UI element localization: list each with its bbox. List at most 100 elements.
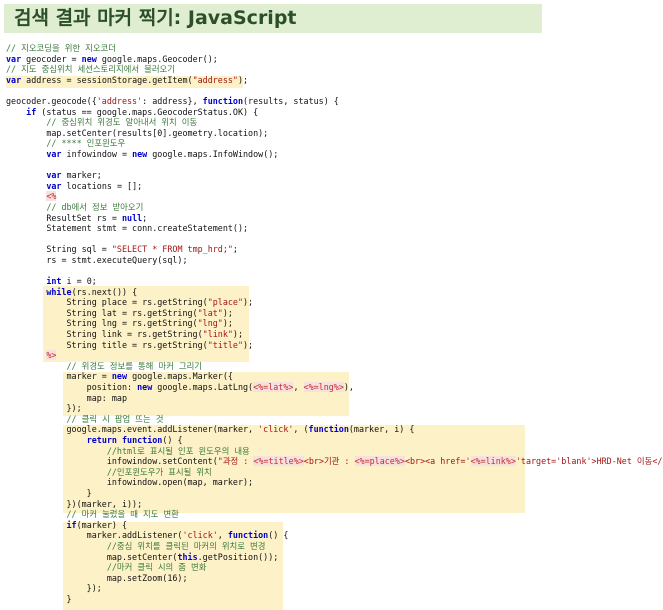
code-token-tx — [6, 435, 87, 445]
code-token-tx: map.setZoom(16); — [6, 572, 188, 583]
code-line: var locations = []; — [6, 181, 663, 192]
code-line: } — [6, 594, 663, 605]
code-token-tx — [6, 467, 107, 477]
code-token-str: 'click' — [258, 424, 294, 435]
code-line: position: new google.maps.LatLng(<%=lat%… — [6, 382, 663, 393]
code-token-tx: ); — [237, 74, 249, 85]
code-token-tx: map.setCenter(results[0].geometry.locati… — [6, 127, 269, 138]
code-token-tx — [6, 107, 26, 117]
code-token-tx: String lng = rs.getString( — [6, 318, 198, 329]
code-token-tx — [6, 287, 46, 297]
code-line: if (status == google.maps.GeocoderStatus… — [6, 107, 663, 118]
code-token-jsp: <%=lng%> — [303, 382, 344, 392]
code-token-tx: map.setCenter( — [6, 551, 178, 562]
code-token-tx: rs = stmt.executeQuery(sql); — [6, 254, 188, 265]
code-token-kw: null — [121, 212, 143, 223]
code-line: //마커 클릭 시의 줌 변화 — [6, 562, 663, 573]
code-token-cm: // 중심위치 위경도 알아내서 위치 이동 — [46, 117, 198, 128]
code-token-kw: if — [66, 519, 77, 530]
code-token-tx: }); — [6, 583, 102, 594]
code-token-str: 'click' — [182, 530, 218, 541]
code-line: // 중심위치 위경도 알아내서 위치 이동 — [6, 117, 663, 128]
code-token-tx: () { — [162, 434, 183, 445]
title-bar: 검색 결과 마커 찍기: JavaScript — [4, 4, 542, 33]
code-line: // 클릭 시 팝업 뜨는 것 — [6, 414, 663, 425]
code-line: String sql = "SELECT * FROM tmp_hrd;"; — [6, 244, 663, 255]
code-token-tx: map: map — [6, 392, 128, 403]
code-token-str: "lat" — [197, 307, 223, 318]
code-line: int i = 0; — [6, 276, 663, 287]
code-line: var geocoder = new google.maps.Geocoder(… — [6, 54, 663, 65]
page-title: 검색 결과 마커 찍기: JavaScript — [14, 7, 297, 29]
code-line: <% — [6, 191, 663, 202]
code-token-cm: //중심 위치를 클릭된 마커의 위치로 변경 — [106, 540, 266, 551]
code-token-str: "lng" — [197, 318, 223, 329]
code-token-tx: marker; — [61, 170, 102, 181]
code-token-tx: ResultSet rs = — [6, 212, 122, 223]
code-token-cm: //html로 표시될 인포 윈도우의 내용 — [106, 445, 250, 456]
code-token-kw: var — [46, 148, 62, 159]
code-token-tx: , — [217, 530, 228, 541]
code-token-tx: (marker, i) { — [348, 424, 415, 435]
code-token-tx: geocoder = — [21, 53, 82, 64]
code-token-tx: google.maps.event.addListener(marker, — [6, 424, 259, 435]
code-token-tx — [6, 509, 67, 519]
code-line: String title = rs.getString("title"); — [6, 340, 663, 351]
code-token-tx: geocoder.geocode({ — [6, 95, 97, 106]
code-token-kw: function — [202, 95, 244, 106]
code-token-tx: })(marker, i)); — [6, 498, 143, 509]
code-token-tx: address = sessionStorage.getItem( — [21, 74, 193, 85]
code-token-tx: , — [293, 382, 304, 392]
code-token-tx: ); — [242, 339, 254, 350]
code-token-tx: ); — [232, 329, 244, 340]
code-line: if(marker) { — [6, 520, 663, 531]
code-token-tx: : address}, — [142, 95, 203, 106]
code-token-tx: String link = rs.getString( — [6, 329, 203, 340]
code-line: infowindow.setContent("과정 : <%=title%><b… — [6, 456, 663, 467]
code-token-tx: infowindow = — [61, 148, 133, 159]
code-token-tx: google.maps.InfoWindow(); — [147, 148, 279, 159]
code-token-tx: String lat = rs.getString( — [6, 307, 198, 318]
code-token-tx: ); — [222, 318, 233, 329]
code-token-tx — [6, 414, 67, 424]
code-token-tx — [6, 361, 67, 371]
code-line: map: map — [6, 393, 663, 404]
code-token-tx: ); — [242, 297, 254, 308]
code-token-jsp: %> — [46, 350, 57, 361]
code-token-str: <br><a href=' — [404, 456, 471, 467]
code-token-tx: ), — [343, 382, 354, 392]
code-line: return function() { — [6, 435, 663, 446]
code-token-tx: .getPosition()); — [197, 551, 279, 562]
code-token-tx — [6, 138, 46, 148]
code-token-kw: function — [308, 424, 349, 435]
code-token-tx: String title = rs.getString( — [6, 339, 208, 350]
code-token-str: "과정 : — [217, 456, 254, 467]
code-line: // db에서 정보 받아오기 — [6, 202, 663, 213]
code-token-kw: while — [46, 286, 72, 297]
code-token-str: "link" — [202, 329, 233, 340]
code-line: ResultSet rs = null; — [6, 213, 663, 224]
code-block: // 지오코딩을 위한 지오코더 var geocoder = new googl… — [6, 43, 663, 604]
code-line: String lng = rs.getString("lng"); — [6, 318, 663, 329]
code-token-tx: ); — [222, 307, 233, 318]
code-token-tx: } — [6, 593, 72, 604]
code-token-kw: new — [137, 382, 153, 392]
code-token-cm: // 클릭 시 팝업 뜨는 것 — [66, 413, 164, 424]
code-line: google.maps.event.addListener(marker, 'c… — [6, 424, 663, 435]
code-line: // 마커 눌렀을 때 지도 변환 — [6, 509, 663, 520]
code-token-tx: (results, status) { — [243, 95, 339, 106]
code-token-tx: () { — [268, 530, 289, 541]
code-token-tx: Statement stmt = conn.createStatement(); — [6, 223, 249, 234]
code-token-tx — [6, 181, 46, 191]
code-token-tx — [6, 520, 67, 530]
code-token-jsp: <%=lat%> — [253, 382, 294, 392]
code-line: } — [6, 488, 663, 499]
code-line: // 위경도 정보를 통해 마커 그리기 — [6, 361, 663, 372]
code-line: rs = stmt.executeQuery(sql); — [6, 255, 663, 266]
code-line: var address = sessionStorage.getItem("ad… — [6, 75, 663, 86]
code-line: }); — [6, 583, 663, 594]
code-token-str: "place" — [207, 297, 243, 308]
code-token-kw: function — [227, 530, 269, 541]
